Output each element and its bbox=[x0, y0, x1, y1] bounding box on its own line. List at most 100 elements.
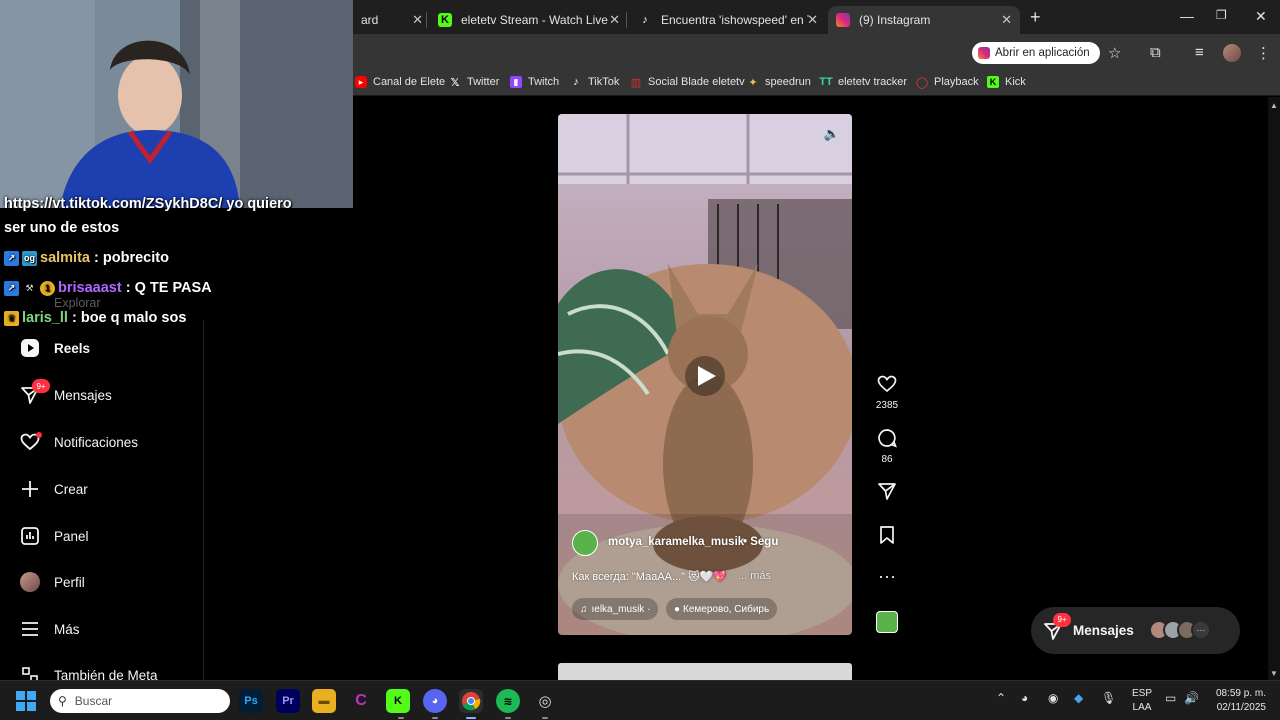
photoshop-icon[interactable]: Ps bbox=[239, 689, 263, 713]
security-tray-icon[interactable]: ◆ bbox=[1074, 691, 1083, 705]
plus-icon bbox=[20, 479, 40, 499]
sidebar-item-label: Panel bbox=[54, 528, 89, 544]
volume-icon[interactable]: 🔊 bbox=[1184, 691, 1199, 705]
reel-location[interactable]: ● Кемерово, Сибирь bbox=[666, 598, 778, 620]
sidebar-item-notificaciones[interactable]: Notificaciones bbox=[20, 432, 138, 452]
extensions-icon[interactable]: ⧉ bbox=[1150, 44, 1161, 61]
canva-icon[interactable]: C bbox=[349, 689, 373, 713]
bookmark-kick[interactable]: K Kick bbox=[987, 76, 1026, 88]
tab-first[interactable]: ard ✕ bbox=[353, 6, 431, 34]
open-in-app-button[interactable]: Abrir en aplicación bbox=[972, 42, 1100, 64]
sidebar-item-crear[interactable]: Crear bbox=[20, 479, 88, 499]
sidebar-item-explore[interactable]: Explorar bbox=[54, 296, 101, 310]
bookmark-tiktok[interactable]: ♪ TikTok bbox=[570, 76, 619, 88]
close-icon[interactable]: ✕ bbox=[609, 12, 620, 28]
windows-taskbar: ⚲ Buscar Ps Pr ▬ C K ◕ ≋ ◎ ⌃ ◕ ◉ ◆ 🎙 ESP… bbox=[0, 680, 1280, 720]
bookmark-star-icon[interactable]: ☆ bbox=[1108, 44, 1121, 62]
network-icon[interactable]: ▭ bbox=[1165, 691, 1176, 705]
obs-icon[interactable]: ◎ bbox=[533, 689, 557, 713]
running-indicator bbox=[542, 717, 548, 719]
close-icon[interactable]: ✕ bbox=[807, 12, 818, 28]
tab-tiktok-search[interactable]: ♪ Encuentra 'ishowspeed' en TikT ✕ bbox=[630, 6, 826, 34]
tab-eletetv-kick[interactable]: K eletetv Stream - Watch Live on ✕ bbox=[430, 6, 628, 34]
chrome-icon[interactable] bbox=[459, 689, 483, 713]
more-vertical-icon[interactable]: ⋮ bbox=[1256, 44, 1271, 62]
steam-tray-icon[interactable]: ◉ bbox=[1048, 691, 1058, 705]
sidebar-divider bbox=[203, 320, 204, 680]
reel-location-label: Кемерово, Сибирь bbox=[683, 603, 770, 615]
language-code: ESP bbox=[1132, 688, 1153, 699]
follow-label: Segu bbox=[750, 536, 779, 548]
like-button[interactable]: 2385 bbox=[870, 374, 904, 411]
reel-caption: Как всегда: "МааАА..." 😻🤍💖 bbox=[572, 570, 727, 583]
tab-title: (9) Instagram bbox=[859, 13, 931, 27]
restore-icon[interactable]: ❐ bbox=[1216, 8, 1227, 22]
profile-avatar bbox=[20, 572, 40, 592]
page-scrollbar[interactable]: ▲ ▼ bbox=[1268, 97, 1280, 680]
reel-video[interactable]: 🔈 motya_karamelka_musik • Segu Как всегд… bbox=[558, 114, 852, 635]
bookmark-social-blade[interactable]: ▥ Social Blade eletetv bbox=[630, 76, 745, 89]
discord-tray-icon[interactable]: ◕ bbox=[1021, 691, 1028, 705]
close-icon[interactable]: ✕ bbox=[1001, 12, 1012, 28]
bookmark-label: Canal de Elete bbox=[373, 76, 446, 88]
running-indicator bbox=[505, 717, 511, 719]
audio-thumbnail[interactable] bbox=[870, 611, 904, 638]
scroll-up-icon[interactable]: ▲ bbox=[1270, 101, 1278, 110]
chat-message: ♛ laris_ll : boe q malo sos bbox=[4, 310, 186, 326]
system-clock[interactable]: 08:59 p. m. 02/11/2025 bbox=[1216, 687, 1266, 715]
bookmark-canal-de-elete[interactable]: ▸ Canal de Elete bbox=[355, 76, 445, 88]
new-tab-icon[interactable]: + bbox=[1030, 7, 1041, 28]
sidebar-item-mensajes[interactable]: 9+ Mensajes bbox=[20, 379, 112, 405]
sidebar-item-label: Perfil bbox=[54, 574, 85, 590]
bookmark-twitch[interactable]: ▮ Twitch bbox=[510, 76, 559, 88]
profile-avatar[interactable] bbox=[1223, 44, 1241, 62]
sidebar-item-mas[interactable]: Más bbox=[20, 619, 80, 639]
tray-overflow-icon[interactable]: ⌃ bbox=[996, 691, 1006, 705]
more-options-icon[interactable]: ··· bbox=[870, 566, 904, 587]
save-button[interactable] bbox=[870, 525, 904, 550]
reel-audio[interactable]: ♫ ıelka_musik · bbox=[572, 598, 659, 620]
sidebar-item-reels[interactable]: Reels bbox=[20, 338, 90, 358]
caption-emoji-icon: 😻🤍💖 bbox=[688, 571, 728, 583]
microphone-icon[interactable]: 🎙 bbox=[1101, 691, 1116, 705]
comment-button[interactable]: 86 bbox=[870, 428, 904, 465]
sidebar-item-label: Reels bbox=[54, 340, 91, 356]
windows-start-icon[interactable] bbox=[16, 691, 36, 716]
follow-button[interactable]: • Segu bbox=[743, 536, 778, 548]
bookmark-playback[interactable]: ◯ Playback bbox=[915, 76, 979, 89]
discord-icon[interactable]: ◕ bbox=[423, 689, 447, 713]
share-button[interactable] bbox=[870, 481, 904, 506]
next-reel-preview[interactable] bbox=[558, 663, 852, 680]
file-explorer-icon[interactable]: ▬ bbox=[312, 689, 336, 713]
taskbar-search[interactable]: ⚲ Buscar bbox=[50, 689, 230, 713]
bookmark-twitter[interactable]: 𝕏 Twitter bbox=[449, 76, 500, 89]
like-count: 2385 bbox=[875, 400, 899, 411]
minimize-icon[interactable]: — bbox=[1180, 8, 1194, 24]
premiere-icon[interactable]: Pr bbox=[276, 689, 300, 713]
media-control-icon[interactable]: ≡ bbox=[1195, 44, 1204, 61]
chat-username: laris_ll bbox=[22, 310, 68, 326]
reel-author-avatar[interactable] bbox=[572, 530, 598, 556]
sidebar-item-perfil[interactable]: Perfil bbox=[20, 572, 85, 592]
language-indicator[interactable]: ESP LAA bbox=[1132, 687, 1152, 715]
close-icon[interactable]: ✕ bbox=[412, 12, 423, 28]
chat-text: yo quiero bbox=[226, 196, 292, 212]
playback-icon: ◯ bbox=[915, 76, 929, 89]
reel-username[interactable]: motya_karamelka_musik bbox=[608, 536, 744, 548]
caption-more-link[interactable]: ... más bbox=[738, 570, 771, 582]
kick-icon[interactable]: K bbox=[386, 689, 410, 713]
mute-toggle-icon[interactable]: 🔈 bbox=[824, 126, 840, 142]
scroll-down-icon[interactable]: ▼ bbox=[1270, 669, 1278, 678]
bookmark-eletetv-tracker[interactable]: TT eletetv tracker bbox=[819, 76, 907, 88]
sidebar-item-label: Crear bbox=[54, 481, 88, 497]
instagram-icon bbox=[978, 47, 990, 59]
bookmark-speedrun[interactable]: ✦ speedrun bbox=[747, 76, 810, 89]
window-close-icon[interactable]: ✕ bbox=[1255, 8, 1267, 25]
dashboard-icon bbox=[20, 526, 40, 546]
tab-instagram[interactable]: (9) Instagram ✕ bbox=[828, 6, 1020, 34]
unread-badge: 9+ bbox=[1053, 612, 1071, 627]
sidebar-item-panel[interactable]: Panel bbox=[20, 526, 89, 546]
chat-text: : pobrecito bbox=[94, 250, 169, 266]
messages-pill[interactable]: 9+ Mensajes ··· bbox=[1031, 607, 1240, 654]
spotify-icon[interactable]: ≋ bbox=[496, 689, 520, 713]
